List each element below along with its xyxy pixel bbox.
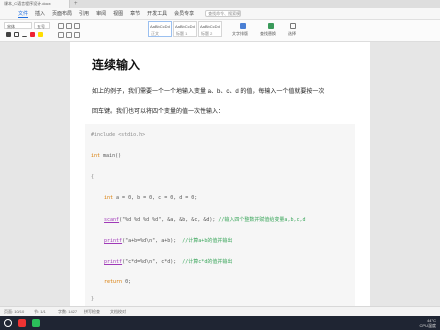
- code-main-keyword: int: [91, 153, 101, 159]
- code-block: #include <stdio.h> int main() { int a = …: [85, 124, 355, 306]
- font-size-select[interactable]: 五号: [34, 22, 50, 29]
- paragraph-2: 回车键。我们也可以将四个变量的值一次性输入：: [92, 109, 225, 115]
- menu-file[interactable]: 文件: [18, 10, 29, 18]
- code-main-rest: main(): [100, 153, 122, 159]
- code-brace-close: }: [91, 296, 95, 302]
- menu-references[interactable]: 引用: [79, 10, 89, 17]
- style-body[interactable]: AaBbCcDd 正文: [148, 21, 172, 37]
- document-page[interactable]: 连续输入 如上的例子，我们需要一个一个地输入变量 a、b、c、d 的值，每输入一…: [70, 42, 370, 306]
- code-printf2-args: ("c*d=%d\n", c*d);: [122, 259, 177, 265]
- underline-icon[interactable]: [22, 32, 27, 37]
- paragraph-1: 如上的例子，我们需要一个一个地输入变量 a、b、c、d 的值，每输入一个值就要按…: [92, 89, 325, 95]
- align-right-icon[interactable]: [74, 32, 80, 38]
- code-decl-keyword: int: [104, 195, 114, 201]
- font-size-value: 五号: [37, 24, 45, 29]
- ribbon-toolbar: 宋体 五号 AaBbCcDd 正文 AaBbCcDd 标题 1 AaBbCcDd…: [0, 20, 440, 42]
- numbered-list-icon[interactable]: [66, 23, 72, 29]
- style-body-sample: AaBbCcDd: [150, 24, 170, 29]
- code-printf1-line: printf("a+b=%d\n", a+b); //计算a+b的值并输出: [104, 237, 232, 244]
- code-scanf-fn: scanf: [104, 217, 120, 223]
- code-brace-open: {: [91, 174, 95, 180]
- start-button-icon[interactable]: [4, 319, 12, 327]
- title-tab-bar: 课本_C语言程序设计.docx +: [0, 0, 440, 8]
- find-replace-label[interactable]: 查找替换: [260, 31, 276, 37]
- menu-bar: 文件 插入 页面布局 引用 审阅 视图 章节 开发工具 会员专享 查找命令、搜索…: [0, 8, 440, 20]
- align-left-icon[interactable]: [58, 32, 64, 38]
- menu-developer[interactable]: 开发工具: [147, 10, 167, 17]
- code-printf1-fn: printf: [104, 238, 123, 244]
- menu-page-layout[interactable]: 页面布局: [52, 10, 72, 17]
- status-section: 节: 1/1: [34, 309, 46, 314]
- indent-icon[interactable]: [74, 23, 80, 29]
- text-layout-label[interactable]: 文字排版: [232, 31, 248, 37]
- document-tab[interactable]: 课本_C语言程序设计.docx: [0, 0, 70, 8]
- code-printf2-fn: printf: [104, 259, 123, 265]
- bold-icon[interactable]: [6, 32, 11, 37]
- new-tab-button[interactable]: +: [74, 0, 78, 8]
- code-scanf-args: ("%d %d %d %d", &a, &b, &c, &d);: [119, 217, 216, 223]
- code-return-keyword: return: [104, 279, 123, 285]
- menu-insert[interactable]: 插入: [35, 10, 45, 17]
- code-printf2-line: printf("c*d=%d\n", c*d); //计算c*d的值并输出: [104, 258, 232, 265]
- section-heading: 连续输入: [92, 58, 141, 72]
- code-include: #include <stdio.h>: [91, 132, 146, 138]
- code-scanf-comment: //输入四个整数并赋值给变量a,b,c,d: [218, 217, 306, 223]
- status-word-count[interactable]: 字数: 1427: [58, 309, 77, 315]
- style-heading2[interactable]: AaBbCcDd 标题 2: [198, 21, 222, 37]
- font-color-icon[interactable]: [30, 32, 35, 37]
- status-page: 页面: 10/10: [4, 309, 25, 314]
- text-layout-icon[interactable]: [240, 23, 246, 29]
- italic-icon[interactable]: [14, 32, 19, 37]
- code-return-rest: 0;: [122, 279, 132, 285]
- code-decl-rest: a = 0, b = 0, c = 0, d = 0;: [113, 195, 198, 201]
- highlight-icon[interactable]: [38, 32, 43, 37]
- select-label[interactable]: 选择: [288, 31, 296, 37]
- code-printf1-comment: //计算a+b的值并输出: [182, 238, 233, 244]
- font-name-select[interactable]: 宋体: [4, 22, 32, 29]
- code-printf2-comment: //计算c*d的值并输出: [182, 259, 233, 265]
- status-spell-check[interactable]: 拼写检查: [84, 309, 100, 315]
- os-taskbar: 44°C CPU温度: [0, 316, 440, 330]
- bullet-list-icon[interactable]: [58, 23, 64, 29]
- style-heading2-sample: AaBbCcDd: [200, 24, 220, 29]
- status-doc-check[interactable]: 文档校对: [110, 309, 126, 315]
- wps-app-icon[interactable]: [18, 319, 26, 327]
- code-return-line: return 0;: [104, 279, 131, 285]
- system-tray[interactable]: 44°C CPU温度: [420, 318, 436, 328]
- code-decl-line: int a = 0, b = 0, c = 0, d = 0;: [104, 195, 197, 201]
- code-printf1-args: ("a+b=%d\n", a+b);: [122, 238, 177, 244]
- status-bar: 页面: 10/10 节: 1/1 字数: 1427 拼写检查 文档校对: [0, 306, 440, 316]
- code-scanf-line: scanf("%d %d %d %d", &a, &b, &c, &d); //…: [104, 216, 306, 223]
- code-main-line: int main(): [91, 153, 121, 159]
- cpu-temp-label: CPU温度: [419, 323, 436, 328]
- find-replace-icon[interactable]: [268, 23, 274, 29]
- menu-review[interactable]: 审阅: [96, 10, 106, 17]
- style-heading1[interactable]: AaBbCcDd 标题 1: [173, 21, 197, 37]
- menu-chapter[interactable]: 章节: [130, 10, 140, 17]
- style-body-name: 正文: [151, 31, 159, 36]
- style-heading1-sample: AaBbCcDd: [175, 24, 195, 29]
- document-area[interactable]: 连续输入 如上的例子，我们需要一个一个地输入变量 a、b、c、d 的值，每输入一…: [0, 42, 440, 306]
- menu-member[interactable]: 会员专享: [174, 10, 194, 17]
- command-search-input[interactable]: 查找命令、搜索模板: [205, 10, 242, 17]
- style-heading2-name: 标题 2: [201, 31, 213, 36]
- font-name-value: 宋体: [7, 24, 15, 29]
- wechat-app-icon[interactable]: [32, 319, 40, 327]
- select-icon[interactable]: [290, 23, 296, 29]
- align-center-icon[interactable]: [66, 32, 72, 38]
- style-heading1-name: 标题 1: [176, 31, 188, 36]
- menu-view[interactable]: 视图: [113, 10, 123, 17]
